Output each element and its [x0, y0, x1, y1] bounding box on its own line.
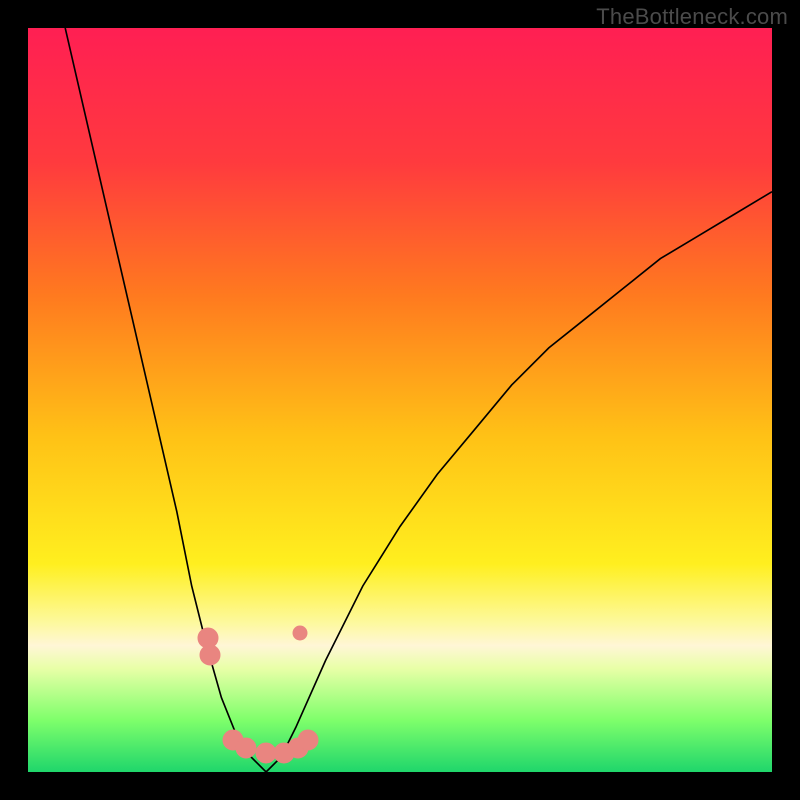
plot-area — [28, 28, 772, 772]
data-point-marker — [293, 626, 307, 640]
data-point-marker — [236, 738, 256, 758]
outer-frame: TheBottleneck.com — [0, 0, 800, 800]
data-point-marker — [200, 645, 220, 665]
data-point-marker — [256, 743, 276, 763]
bottleneck-curve — [28, 28, 772, 772]
watermark-text: TheBottleneck.com — [596, 4, 788, 30]
data-point-marker — [298, 730, 318, 750]
